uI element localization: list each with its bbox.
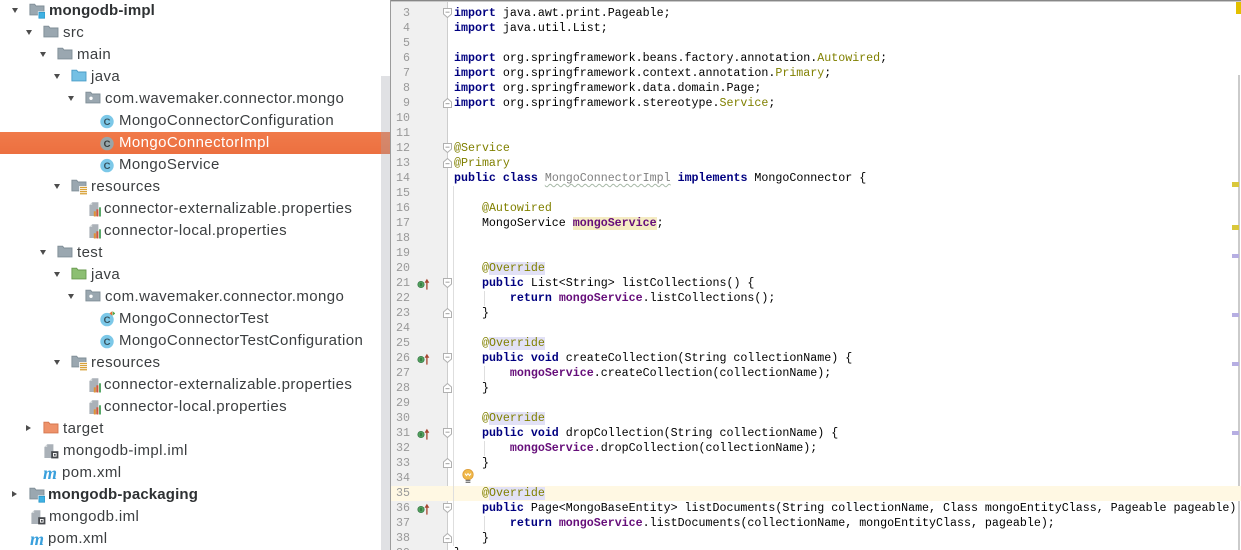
svg-text:m: m [30,531,44,547]
svg-text:C: C [104,161,111,172]
svg-text:C: C [104,139,111,150]
svg-text:m: m [43,465,57,481]
svg-text:C: C [104,337,111,348]
svg-text:C: C [104,315,111,326]
svg-text:C: C [104,117,111,128]
